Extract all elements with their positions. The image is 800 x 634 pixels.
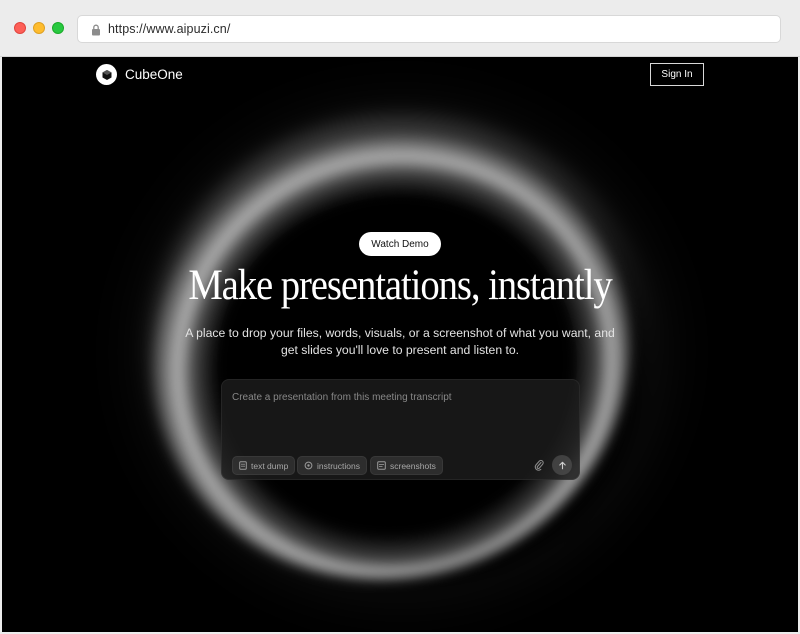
watch-demo-button[interactable]: Watch Demo — [359, 232, 441, 256]
maximize-window-button[interactable] — [52, 22, 64, 34]
brand-logo[interactable]: CubeOne — [96, 64, 183, 85]
chip-text-dump[interactable]: text dump — [232, 456, 296, 475]
lock-icon — [91, 23, 101, 41]
page-viewport: CubeOne Sign In Watch Demo Make presenta… — [2, 57, 798, 632]
settings-icon — [304, 461, 313, 470]
minimize-window-button[interactable] — [33, 22, 45, 34]
arrow-up-icon — [558, 461, 566, 469]
prompt-box: text dump instructions screenshots — [221, 379, 580, 480]
chip-label: text dump — [251, 460, 289, 471]
brand-name: CubeOne — [125, 67, 183, 82]
chip-label: instructions — [317, 460, 360, 471]
close-window-button[interactable] — [14, 22, 26, 34]
chip-label: screenshots — [390, 460, 436, 471]
subtitle-line-2: get slides you'll love to present and li… — [280, 343, 520, 357]
address-bar[interactable]: https://www.aipuzi.cn/ — [77, 15, 781, 43]
chip-screenshots[interactable]: screenshots — [370, 456, 443, 475]
prompt-input[interactable] — [232, 388, 562, 406]
subtitle-line-1: A place to drop your files, words, visua… — [185, 326, 615, 340]
chip-instructions[interactable]: instructions — [297, 456, 367, 475]
paperclip-icon[interactable] — [534, 458, 544, 476]
browser-chrome: https://www.aipuzi.cn/ — [0, 0, 800, 57]
image-icon — [377, 461, 386, 470]
cube-logo-icon — [96, 64, 117, 85]
document-icon — [239, 461, 247, 470]
send-button[interactable] — [552, 455, 572, 475]
url-text: https://www.aipuzi.cn/ — [108, 22, 231, 36]
sign-in-button[interactable]: Sign In — [650, 63, 704, 86]
page-title: Make presentations, instantly — [188, 262, 612, 309]
